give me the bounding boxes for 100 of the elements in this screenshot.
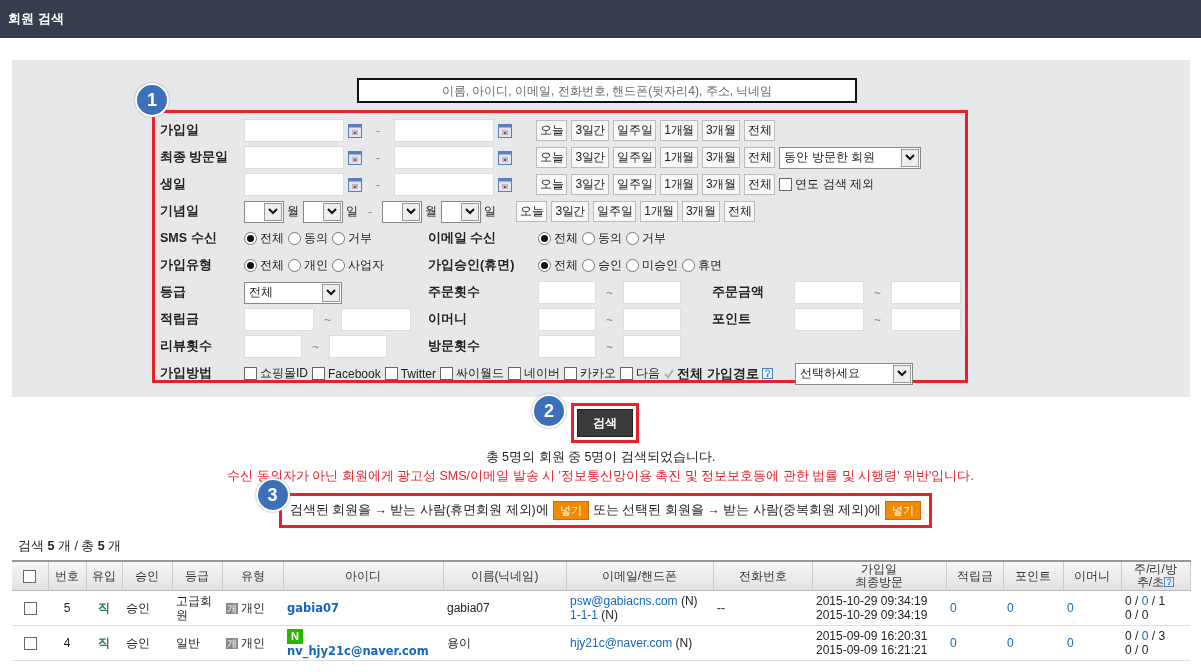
radio-button[interactable] <box>582 259 595 272</box>
checkbox[interactable] <box>440 367 454 380</box>
checkbox[interactable] <box>620 367 634 380</box>
amount-link[interactable]: 0 <box>1007 601 1014 615</box>
period-button[interactable]: 3개월 <box>682 201 720 222</box>
amount-link[interactable]: 0 <box>950 636 957 650</box>
period-button[interactable]: 전체 <box>723 201 756 222</box>
period-button[interactable]: 일주일 <box>613 120 657 141</box>
range-separator: ~ <box>606 312 613 327</box>
range-to-field[interactable] <box>341 308 411 331</box>
period-button[interactable]: 일주일 <box>613 147 657 168</box>
period-button[interactable]: 일주일 <box>593 201 637 222</box>
period-button[interactable]: 1개월 <box>660 147 699 168</box>
date-field[interactable] <box>394 173 494 196</box>
checkbox[interactable] <box>508 367 522 380</box>
search-field[interactable]: 이름, 아이디, 이메일, 전화번호, 핸드폰(뒷자리4), 주소, 닉네임 <box>357 78 857 103</box>
contact-link[interactable]: hjy21c@naver.com <box>570 636 673 650</box>
period-button[interactable]: 전체 <box>743 174 776 195</box>
search-button[interactable]: 검색 <box>577 409 633 437</box>
date-field[interactable] <box>394 119 494 142</box>
period-button[interactable]: 3일간 <box>571 174 610 195</box>
amount-link[interactable]: 0 <box>950 601 957 615</box>
date-field[interactable] <box>244 146 344 169</box>
member-id-link[interactable]: nv_hjy21c@naver.com <box>287 643 429 658</box>
contact-link[interactable]: psw@gabiacns.com <box>570 594 678 608</box>
range-from-field[interactable] <box>794 281 864 304</box>
dropdown[interactable] <box>244 200 284 223</box>
dropdown[interactable]: 선택하세요 <box>794 362 913 385</box>
radio-button[interactable] <box>244 232 257 245</box>
count-link[interactable]: 0 <box>1141 594 1149 608</box>
dropdown[interactable] <box>303 200 343 223</box>
range-to-field[interactable] <box>623 308 681 331</box>
amount-link[interactable]: 0 <box>1007 636 1014 650</box>
radio-button[interactable] <box>626 259 639 272</box>
radio-button[interactable] <box>538 232 551 245</box>
period-button[interactable]: 3개월 <box>702 147 740 168</box>
radio-button[interactable] <box>626 232 639 245</box>
amount-link[interactable]: 0 <box>1067 636 1074 650</box>
radio-button[interactable] <box>332 259 345 272</box>
dropdown[interactable] <box>382 200 422 223</box>
contact-link[interactable]: 1-1-1 <box>570 608 598 622</box>
radio-button[interactable] <box>288 232 301 245</box>
member-id-link[interactable]: gabia07 <box>287 601 339 615</box>
period-button[interactable]: 3일간 <box>571 147 610 168</box>
period-button[interactable]: 1개월 <box>640 201 679 222</box>
period-button[interactable]: 1개월 <box>660 174 699 195</box>
calendar-icon[interactable] <box>498 177 512 192</box>
radio-button[interactable] <box>288 259 301 272</box>
select-all-checkbox[interactable] <box>23 569 37 583</box>
range-from-field[interactable] <box>538 308 596 331</box>
range-from-field[interactable] <box>538 335 596 358</box>
period-button[interactable]: 일주일 <box>613 174 657 195</box>
radio-button[interactable] <box>538 259 551 272</box>
dropdown[interactable]: 전체 <box>244 281 342 304</box>
period-button[interactable]: 3일간 <box>551 201 590 222</box>
range-to-field[interactable] <box>623 335 681 358</box>
row-checkbox[interactable] <box>23 602 37 616</box>
dropdown[interactable]: 동안 방문한 회원 <box>779 146 922 169</box>
checkbox[interactable] <box>384 367 398 380</box>
period-button[interactable]: 전체 <box>743 120 776 141</box>
range-to-field[interactable] <box>329 335 387 358</box>
period-button[interactable]: 오늘 <box>536 147 568 168</box>
period-button[interactable]: 3개월 <box>702 174 740 195</box>
period-button[interactable]: 오늘 <box>516 201 548 222</box>
radio-button[interactable] <box>244 259 257 272</box>
period-button[interactable]: 전체 <box>743 147 776 168</box>
range-from-field[interactable] <box>244 335 302 358</box>
count-link[interactable]: 0 <box>1141 629 1149 643</box>
checkbox[interactable] <box>312 367 325 380</box>
period-button[interactable]: 1개월 <box>660 120 699 141</box>
checkbox[interactable] <box>564 367 578 380</box>
period-button[interactable]: 오늘 <box>536 174 568 195</box>
help-icon[interactable] <box>1164 577 1175 587</box>
calendar-icon[interactable] <box>348 123 362 138</box>
range-separator: ~ <box>874 312 881 327</box>
checkbox[interactable] <box>244 367 257 380</box>
range-from-field[interactable] <box>244 308 314 331</box>
checkbox[interactable] <box>779 178 793 191</box>
range-from-field[interactable] <box>794 308 864 331</box>
calendar-icon[interactable] <box>498 150 512 165</box>
calendar-icon[interactable] <box>498 123 512 138</box>
date-field[interactable] <box>244 119 344 142</box>
amount-link[interactable]: 0 <box>1067 601 1074 615</box>
date-field[interactable] <box>394 146 494 169</box>
dropdown[interactable] <box>441 200 481 223</box>
radio-button[interactable] <box>582 232 595 245</box>
date-field[interactable] <box>244 173 344 196</box>
radio-button[interactable] <box>682 259 695 272</box>
range-to-field[interactable] <box>891 281 961 304</box>
range-to-field[interactable] <box>623 281 681 304</box>
range-from-field[interactable] <box>538 281 596 304</box>
help-icon[interactable] <box>761 368 773 379</box>
radio-button[interactable] <box>332 232 345 245</box>
range-to-field[interactable] <box>891 308 961 331</box>
calendar-icon[interactable] <box>348 177 362 192</box>
period-button[interactable]: 3일간 <box>571 120 610 141</box>
calendar-icon[interactable] <box>348 150 362 165</box>
row-checkbox[interactable] <box>23 637 37 651</box>
period-button[interactable]: 3개월 <box>702 120 740 141</box>
period-button[interactable]: 오늘 <box>536 120 568 141</box>
